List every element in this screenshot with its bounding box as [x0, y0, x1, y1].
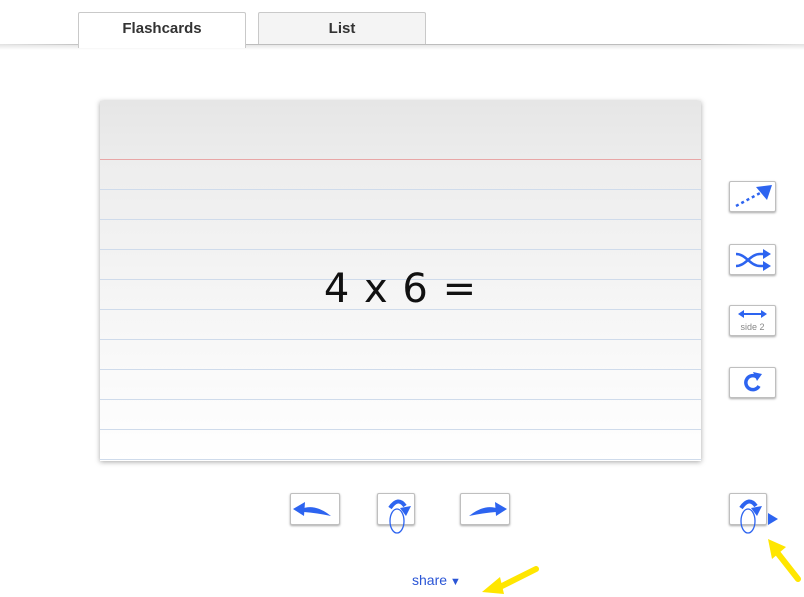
shuffle-button[interactable]	[729, 244, 776, 275]
export-button[interactable]	[729, 181, 776, 212]
annotation-arrow-icon	[482, 566, 539, 594]
export-icon	[735, 185, 772, 208]
refresh-icon	[744, 372, 762, 392]
shuffle-icon	[735, 249, 771, 271]
flip-and-next-button[interactable]	[729, 493, 778, 534]
swap-sides-button[interactable]: side 2	[729, 305, 776, 336]
card-header-area	[100, 101, 701, 159]
chevron-down-icon: ▼	[450, 576, 461, 588]
tab-list[interactable]: List	[258, 12, 426, 46]
next-arrow-icon	[469, 502, 507, 516]
flip-and-next-icon	[739, 499, 778, 534]
flip-icon	[388, 499, 411, 534]
flashcard[interactable]: 4 x 6 =	[100, 101, 701, 461]
restart-button[interactable]	[729, 367, 776, 398]
annotation-arrow-icon	[768, 539, 801, 582]
tab-flashcards[interactable]: Flashcards	[78, 12, 246, 48]
next-button[interactable]	[460, 493, 510, 525]
flip-button[interactable]	[377, 493, 415, 534]
share-dropdown[interactable]: share ▼	[412, 571, 461, 591]
side-2-label: side 2	[740, 322, 765, 332]
card-term: 4 x 6 =	[323, 266, 478, 312]
previous-button[interactable]	[290, 493, 340, 525]
previous-arrow-icon	[293, 502, 331, 516]
share-label: share	[412, 572, 448, 588]
